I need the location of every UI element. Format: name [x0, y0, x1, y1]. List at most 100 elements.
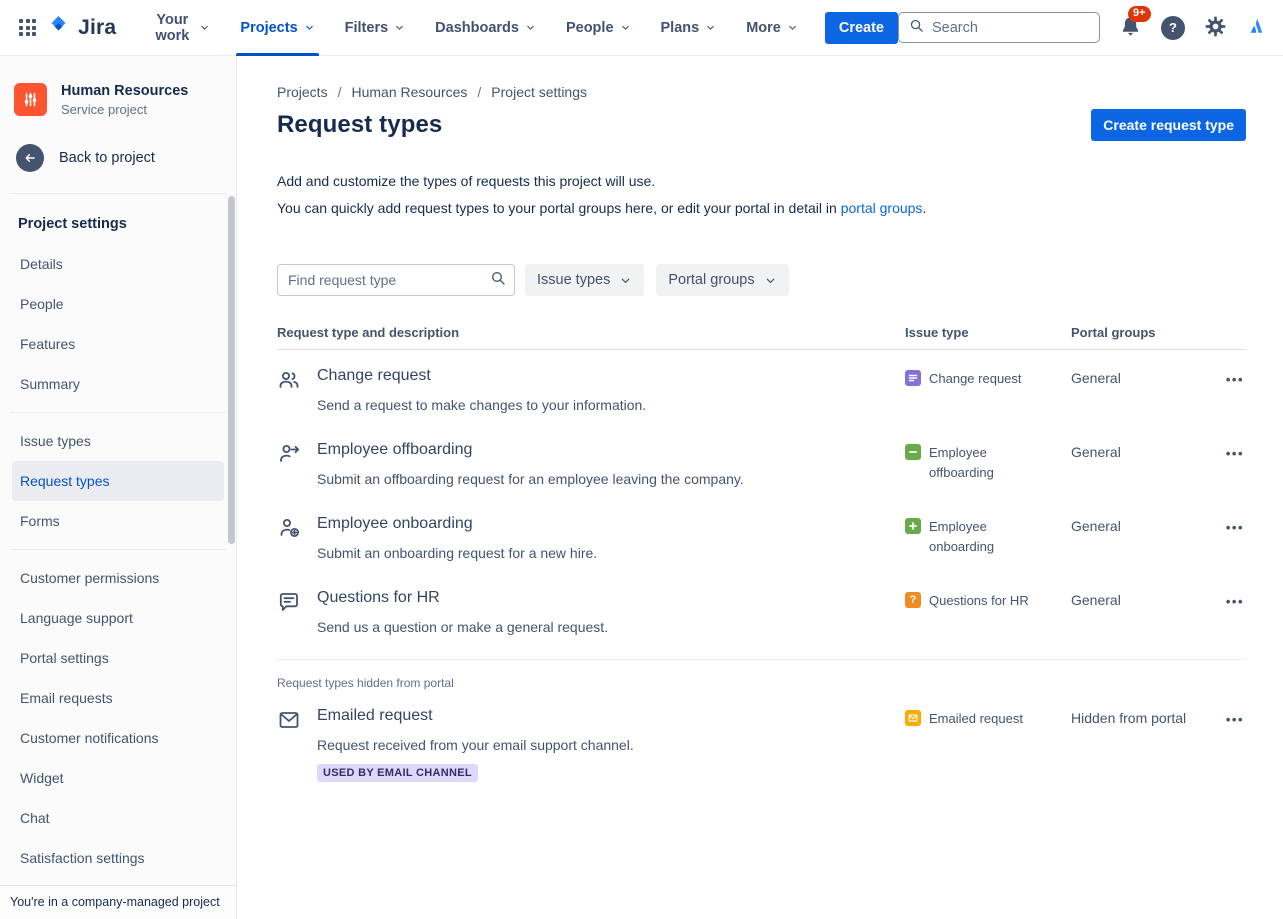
help-button[interactable]: ?: [1161, 16, 1185, 40]
issue-type-cell: Employee offboarding: [905, 441, 1071, 487]
sidebar-item-forms[interactable]: Forms: [12, 501, 224, 541]
back-to-project-button[interactable]: Back to project: [12, 123, 224, 185]
project-type: Service project: [61, 102, 188, 117]
breadcrumb-project-settings[interactable]: Project settings: [491, 84, 587, 100]
breadcrumb-human-resources[interactable]: Human Resources: [351, 84, 467, 100]
request-type-name[interactable]: Employee offboarding: [317, 441, 744, 459]
sidebar-item-satisfaction-settings[interactable]: Satisfaction settings: [12, 838, 224, 878]
sidebar-item-people[interactable]: People: [12, 284, 224, 324]
grid-icon: [19, 19, 36, 36]
find-request-type-input[interactable]: [288, 272, 490, 288]
sidebar-item-issue-types[interactable]: Issue types: [12, 421, 224, 461]
issue-types-dropdown[interactable]: Issue types: [525, 264, 644, 296]
row-menu-button[interactable]: •••: [1224, 442, 1246, 465]
divider: [10, 412, 226, 413]
portal-group-cell: General: [1071, 589, 1200, 635]
sidebar-heading: Project settings: [12, 202, 224, 244]
row-menu-button[interactable]: •••: [1224, 590, 1246, 613]
nav-item-filters[interactable]: Filters: [341, 0, 410, 56]
nav-item-projects[interactable]: Projects: [236, 0, 318, 56]
sidebar-scrollbar[interactable]: [228, 196, 235, 544]
portal-group-cell: General: [1071, 441, 1200, 487]
nav-item-more[interactable]: More: [742, 0, 802, 56]
search-icon: [490, 270, 506, 291]
breadcrumb-projects[interactable]: Projects: [277, 84, 328, 100]
nav-item-plans[interactable]: Plans: [657, 0, 721, 56]
portal-groups-link[interactable]: portal groups: [841, 200, 923, 216]
create-button[interactable]: Create: [825, 12, 898, 44]
notifications-button[interactable]: 9+: [1119, 15, 1142, 41]
description-line-1: Add and customize the types of requests …: [277, 168, 1246, 195]
sidebar-item-email-requests[interactable]: Email requests: [12, 678, 224, 718]
row-menu-button[interactable]: •••: [1224, 368, 1246, 391]
nav-item-dashboards[interactable]: Dashboards: [431, 0, 540, 56]
employee-offboarding-issue-icon: [905, 444, 921, 460]
sidebar-item-portal-settings[interactable]: Portal settings: [12, 638, 224, 678]
sidebar-item-details[interactable]: Details: [12, 244, 224, 284]
sidebar-item-widget[interactable]: Widget: [12, 758, 224, 798]
request-type-description: Request received from your email support…: [317, 737, 634, 753]
used-by-email-channel-badge: USED BY EMAIL CHANNEL: [317, 764, 478, 782]
comment-icon: [277, 590, 301, 614]
portal-group-cell: Hidden from portal: [1071, 707, 1200, 782]
atlassian-logo-icon: [1246, 16, 1267, 40]
column-portal-groups: Portal groups: [1071, 325, 1200, 340]
settings-button[interactable]: [1204, 15, 1227, 41]
nav-search-box[interactable]: [898, 12, 1100, 43]
sidebar-item-request-types[interactable]: Request types: [12, 461, 224, 501]
nav-item-your-work[interactable]: Your work: [147, 0, 214, 56]
nav-item-people[interactable]: People: [562, 0, 635, 56]
atlassian-logo-button[interactable]: [1246, 16, 1267, 40]
table-row: Emailed request Request received from yo…: [277, 690, 1246, 793]
project-sidebar: Human Resources Service project Back to …: [0, 56, 237, 919]
chevron-down-icon: [525, 22, 536, 33]
project-header: Human Resources Service project: [12, 56, 224, 123]
portal-groups-dropdown[interactable]: Portal groups: [656, 264, 788, 296]
top-nav: Jira Your work Projects Filters Dashboar…: [0, 0, 1283, 56]
request-type-description: Send us a question or make a general req…: [317, 619, 608, 635]
nav-right: 9+ ?: [898, 12, 1267, 43]
breadcrumb: Projects / Human Resources / Project set…: [277, 84, 1246, 100]
request-type-name[interactable]: Questions for HR: [317, 589, 608, 607]
sidebar-item-features[interactable]: Features: [12, 324, 224, 364]
app-switcher-icon[interactable]: [16, 11, 39, 45]
jira-logo[interactable]: Jira: [47, 13, 116, 42]
employee-onboarding-issue-icon: [905, 518, 921, 534]
chevron-down-icon: [705, 22, 716, 33]
question-issue-icon: ?: [905, 592, 921, 608]
sidebar-item-summary[interactable]: Summary: [12, 364, 224, 404]
search-input[interactable]: [932, 20, 1089, 36]
chevron-down-icon: [394, 22, 405, 33]
row-menu-button[interactable]: •••: [1224, 708, 1246, 731]
notification-badge: 9+: [1128, 6, 1151, 22]
find-request-type-box[interactable]: [277, 264, 515, 296]
column-request-type: Request type and description: [277, 325, 905, 340]
search-icon: [909, 18, 924, 38]
table-row: Employee onboarding Submit an onboarding…: [277, 498, 1246, 572]
sidebar-item-chat[interactable]: Chat: [12, 798, 224, 838]
chevron-down-icon: [199, 22, 210, 33]
request-type-description: Send a request to make changes to your i…: [317, 397, 646, 413]
issue-type-cell: Employee onboarding: [905, 515, 1071, 561]
row-menu-button[interactable]: •••: [1224, 516, 1246, 539]
sidebar-item-language-support[interactable]: Language support: [12, 598, 224, 638]
jira-mark-icon: [47, 13, 71, 42]
sidebar-item-customer-notifications[interactable]: Customer notifications: [12, 718, 224, 758]
chevron-down-icon: [764, 274, 777, 287]
chevron-down-icon: [619, 274, 632, 287]
table-row: Change request Send a request to make ch…: [277, 350, 1246, 424]
request-type-name[interactable]: Change request: [317, 367, 646, 385]
table-row: Questions for HR Send us a question or m…: [277, 572, 1246, 646]
request-type-name[interactable]: Emailed request: [317, 707, 634, 725]
request-type-description: Submit an offboarding request for an emp…: [317, 471, 744, 487]
sidebar-item-customer-permissions[interactable]: Customer permissions: [12, 558, 224, 598]
back-to-project-label: Back to project: [59, 150, 155, 166]
sidebar-footer-note: You're in a company-managed project: [0, 885, 236, 919]
request-type-name[interactable]: Employee onboarding: [317, 515, 597, 533]
create-request-type-button[interactable]: Create request type: [1091, 109, 1246, 141]
project-avatar: [14, 83, 47, 116]
sidebar-item-knowledge-base[interactable]: Knowledge base: [12, 878, 224, 885]
description-line-2: You can quickly add request types to you…: [277, 195, 1246, 222]
divider: [10, 549, 226, 550]
table-header: Request type and description Issue type …: [277, 325, 1246, 350]
